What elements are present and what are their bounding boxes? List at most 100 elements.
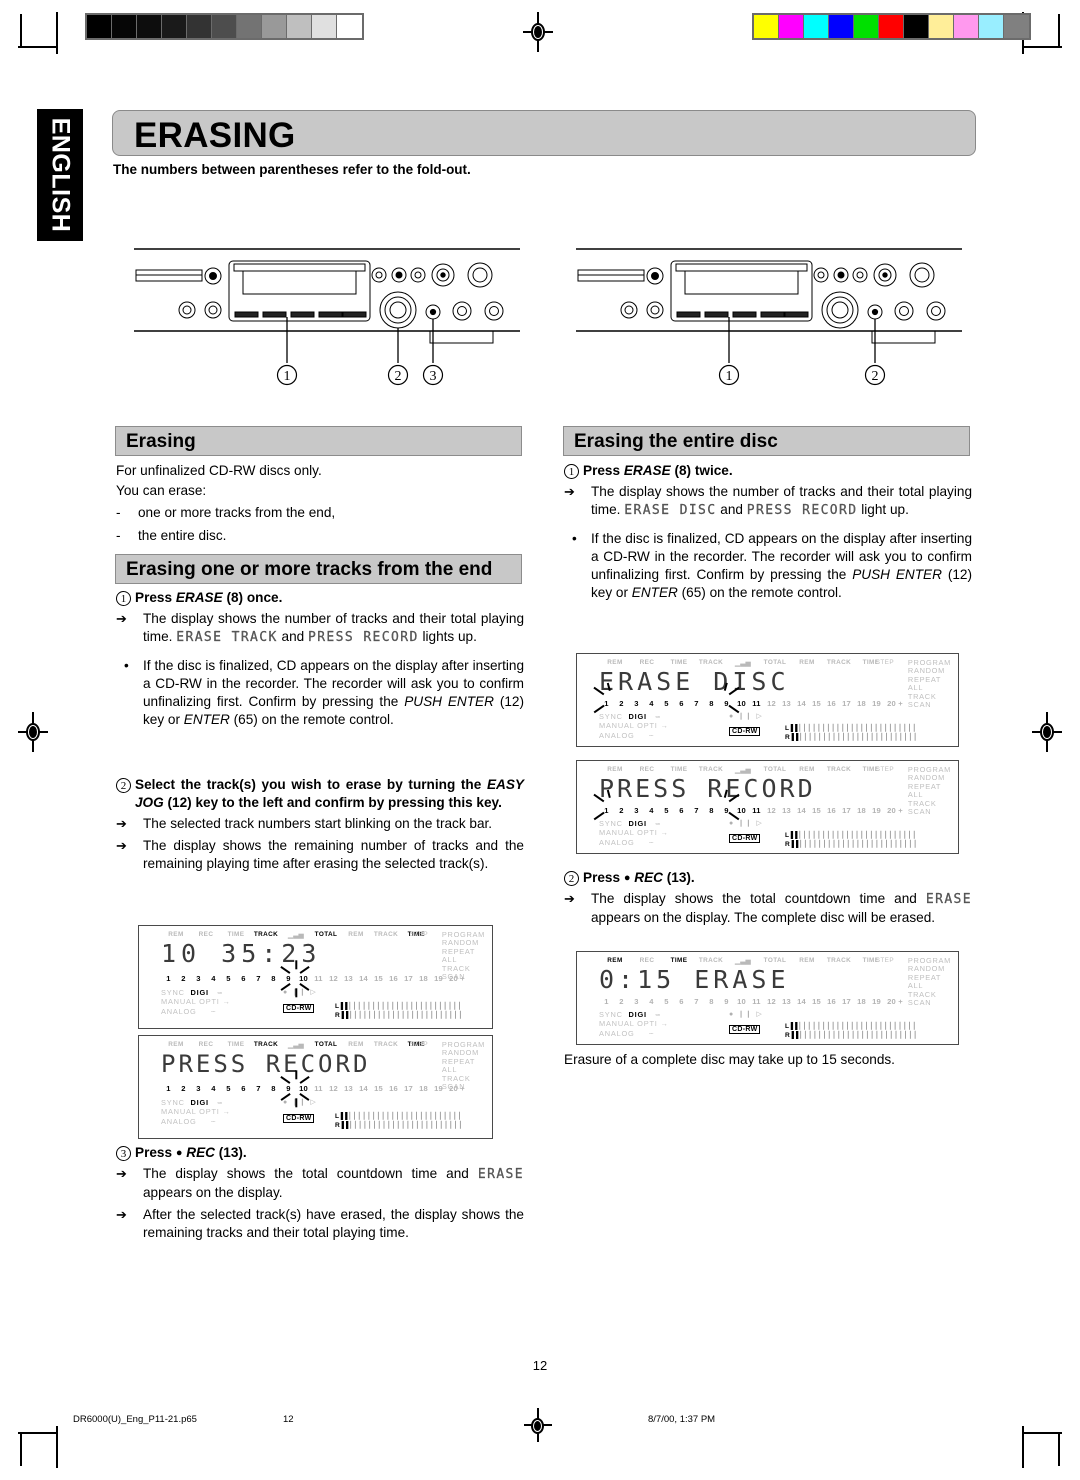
color-swatch <box>854 15 879 38</box>
lcd-flag-total: TOTAL <box>314 931 338 938</box>
lcd-mode-list: PROGRAM RANDOM REPEAT ALL TRACK SCAN <box>907 956 951 1008</box>
crop-mark-top-left <box>20 14 54 48</box>
lcd-label-sync: SYNC DIGI ⏕ <box>599 712 661 721</box>
step-title-post: (8) twice. <box>670 463 733 478</box>
lcd-panel-press-record-right: REM REC TIME TRACK ▁▃▅ TOTAL REM TRACK T… <box>576 760 959 854</box>
lcd-mode-scan: SCAN <box>907 700 932 710</box>
lcd-flag-level: ▁▃▅ <box>735 767 751 774</box>
color-swatch <box>212 15 237 38</box>
lcd-flag-rem: REM <box>607 659 623 666</box>
lcd-disc-type-badge: CD-RW <box>283 1004 315 1013</box>
lcd-transport-icons: ● ❙❙ ▷ <box>283 989 318 996</box>
lcd-flag-time: TIME <box>670 957 688 964</box>
step-2-title: 2 Select the track(s) you wish to erase … <box>116 776 524 812</box>
lcd-label-sync: SYNC DIGI ⏕ <box>161 988 223 997</box>
lcd-word-erase: ERASE <box>477 1167 524 1183</box>
step-1-right: 1 Press ERASE (8) twice. ➔ The display s… <box>564 462 972 602</box>
key-name-erase: ERASE <box>623 463 671 478</box>
lcd-disc-type-badge: CD-RW <box>729 1025 761 1034</box>
result-text: The display shows the remaining number o… <box>143 837 524 871</box>
list-item: - the entire disc. <box>116 527 524 545</box>
section-header-tracks-from-end: Erasing one or more tracks from the end <box>115 554 522 584</box>
callout-1: 1 <box>726 369 733 384</box>
crop-mark-bottom-right <box>1026 1432 1060 1466</box>
section-header-label: Erasing <box>126 431 196 452</box>
lcd-main-text: PRESS RECORD <box>599 774 816 803</box>
lcd-flag-time: TIME <box>670 659 688 666</box>
lcd-vu-right: R ▌▌▏▏▏▏▏▏▏▏▏▏▏▏▏▏▏▏▏▏▏▏▏▏▏▏ <box>335 1122 465 1129</box>
lcd-mode-scan: SCAN <box>907 807 932 817</box>
step-3-left: 3 Press ● REC (13). ➔ The display shows … <box>116 1144 524 1242</box>
key-name-enter: ENTER <box>631 585 678 601</box>
lcd-step-label: STEP <box>409 1041 428 1048</box>
color-swatch <box>162 15 187 38</box>
color-swatch <box>1004 15 1029 38</box>
registration-target-icon <box>18 712 48 752</box>
lcd-label-manual: MANUAL OPTI → <box>599 828 669 838</box>
lcd-vu-left: L ▌▌▏▏▏▏▏▏▏▏▏▏▏▏▏▏▏▏▏▏▏▏▏▏▏▏ <box>335 1113 465 1120</box>
list-item-text: the entire disc. <box>138 527 227 543</box>
key-name-push-enter: PUSH ENTER <box>404 694 494 710</box>
lcd-main-text: ERASE DISC <box>599 667 790 696</box>
lcd-mode-list: PROGRAM RANDOM REPEAT ALL TRACK SCAN <box>442 1040 485 1091</box>
color-swatch <box>237 15 262 38</box>
section-header-erasing: Erasing <box>115 426 522 456</box>
chapter-title-banner: ERASING <box>112 110 976 156</box>
lcd-flag-rec: REC <box>198 1041 214 1048</box>
dash-marker: - <box>116 505 121 521</box>
step-title-pre: Press <box>135 1145 176 1160</box>
step-number: 1 <box>564 464 579 479</box>
left-column-intro: For unfinalized CD-RW discs only. You ca… <box>116 462 524 545</box>
color-swatch <box>312 15 337 38</box>
lcd-flag-total: TOTAL <box>763 659 787 666</box>
lcd-step-label: STEP <box>875 766 894 773</box>
lcd-input-labels: SYNC DIGI ⏕ MANUAL OPTI → ANALOG ⏖ <box>599 1010 669 1038</box>
key-name-rec: REC <box>630 870 663 885</box>
lcd-panel-erase-disc: REM REC TIME TRACK ▁▃▅ TOTAL REM TRACK T… <box>576 653 959 747</box>
lcd-vu-right: R ▌▌▏▏▏▏▏▏▏▏▏▏▏▏▏▏▏▏▏▏▏▏▏▏▏▏▏ <box>785 734 920 741</box>
lcd-flag-level: ▁▃▅ <box>288 932 304 939</box>
result-text: After the selected track(s) have erased,… <box>143 1206 524 1240</box>
registration-target-icon <box>524 1408 552 1442</box>
color-swatch <box>112 15 137 38</box>
step-2-left: 2 Select the track(s) you wish to erase … <box>116 776 524 873</box>
bottom-note: Erasure of a complete disc may take up t… <box>564 1052 895 1067</box>
section-header-entire-disc: Erasing the entire disc <box>563 426 970 456</box>
registration-target-icon <box>523 12 553 52</box>
callout-3: 3 <box>430 369 437 384</box>
bullet-icon: • <box>124 657 129 673</box>
color-swatch <box>904 15 929 38</box>
lcd-mode-list: PROGRAM RANDOM REPEAT ALL TRACK SCAN <box>907 658 951 710</box>
lcd-flag-total: TOTAL <box>763 957 787 964</box>
arrow-icon: ➔ <box>116 816 127 832</box>
color-bar-strip <box>752 13 1031 40</box>
step-title-post: (13). <box>662 870 695 885</box>
lcd-mode-scan: SCAN <box>907 998 932 1008</box>
trim-tick <box>56 1426 58 1468</box>
step-1-title: 1 Press ERASE (8) twice. <box>564 462 972 480</box>
arrow-icon: ➔ <box>116 1206 127 1222</box>
lcd-label-manual: MANUAL OPTI → <box>599 721 669 731</box>
lcd-flag-time: TIME <box>227 931 245 938</box>
lcd-word-press-record: PRESS RECORD <box>307 630 419 646</box>
lcd-vu-right: R ▌▌▏▏▏▏▏▏▏▏▏▏▏▏▏▏▏▏▏▏▏▏▏▏▏▏▏ <box>785 841 920 848</box>
lcd-disc-type-badge: CD-RW <box>729 727 761 736</box>
lcd-track-bar: 1 2 3 4 5 6 7 8 9 10 11 12 13 14 15 16 17 18 19 20 + <box>166 974 465 983</box>
lcd-vu-left: L ▌▌▏▏▏▏▏▏▏▏▏▏▏▏▏▏▏▏▏▏▏▏▏▏▏▏▏ <box>785 832 919 839</box>
step-title-pre: Press <box>583 870 624 885</box>
lcd-transport-icons: ● ❙❙ ▷ <box>729 820 764 827</box>
language-tab: ENGLISH <box>37 109 83 241</box>
result-text-a: The display shows the total countdown ti… <box>591 891 926 907</box>
result-arrow-row: ➔ The display shows the number of tracks… <box>116 610 524 647</box>
device-diagram-left: 1 2 3 <box>130 243 524 388</box>
lcd-flag-rem: REM <box>168 1041 184 1048</box>
lcd-flag-track2: TRACK <box>826 957 852 964</box>
language-tab-label: ENGLISH <box>46 117 75 233</box>
lcd-disc-type-badge: CD-RW <box>283 1114 315 1123</box>
key-name-rec: REC <box>182 1145 215 1160</box>
lcd-label-sync: SYNC DIGI ⏕ <box>599 1010 661 1019</box>
arrow-icon: ➔ <box>116 1166 127 1182</box>
lcd-word-press-record: PRESS RECORD <box>746 503 858 519</box>
result-text-b: light up. <box>857 502 909 518</box>
lcd-label-sync: SYNC DIGI ⏕ <box>161 1098 223 1107</box>
